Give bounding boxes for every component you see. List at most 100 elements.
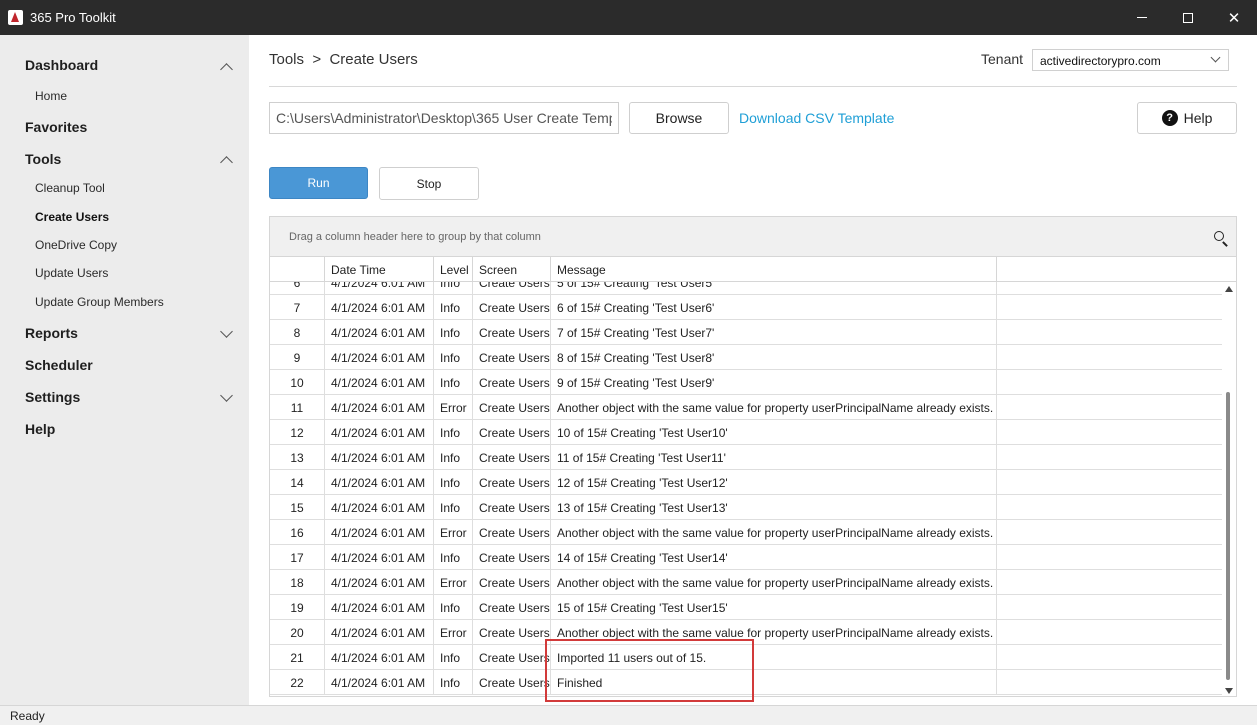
table-row[interactable]: 11 4/1/2024 6:01 AM Error Create Users Anoth…: [270, 395, 1222, 420]
grid-body: 6 4/1/2024 6:01 AM Info Create Users 5 of 15…: [270, 282, 1222, 696]
cell-index: 7: [270, 295, 325, 320]
cell-empty: [997, 620, 1222, 645]
sidebar-item-reports[interactable]: Reports: [25, 325, 78, 341]
scroll-up-icon[interactable]: [1225, 286, 1233, 292]
cell-index: 17: [270, 545, 325, 570]
sidebar-item-cleanup-tool[interactable]: Cleanup Tool: [35, 181, 105, 195]
column-header-date-time[interactable]: Date Time: [325, 257, 434, 282]
sidebar-item-tools[interactable]: Tools: [25, 151, 61, 167]
cell-empty: [997, 495, 1222, 520]
scroll-thumb[interactable]: [1226, 392, 1230, 680]
cell-empty: [997, 470, 1222, 495]
table-row[interactable]: 15 4/1/2024 6:01 AM Info Create Users 13 of …: [270, 495, 1222, 520]
cell-screen: Create Users: [473, 670, 551, 695]
chevron-up-icon[interactable]: [220, 63, 233, 76]
scroll-down-icon[interactable]: [1225, 688, 1233, 694]
sidebar-item-scheduler[interactable]: Scheduler: [25, 357, 93, 373]
cell-message: 15 of 15# Creating 'Test User15': [551, 595, 997, 620]
cell-date-time: 4/1/2024 6:01 AM: [325, 370, 434, 395]
cell-level: Info: [434, 420, 473, 445]
vertical-scrollbar[interactable]: [1222, 282, 1236, 696]
table-row[interactable]: 7 4/1/2024 6:01 AM Info Create Users 6 of 15…: [270, 295, 1222, 320]
table-row[interactable]: 10 4/1/2024 6:01 AM Info Create Users 9 of 1…: [270, 370, 1222, 395]
breadcrumb: Tools > Create Users: [269, 51, 418, 68]
minimize-button[interactable]: [1119, 0, 1165, 35]
table-row[interactable]: 18 4/1/2024 6:01 AM Error Create Users Anoth…: [270, 570, 1222, 595]
maximize-button[interactable]: [1165, 0, 1211, 35]
cell-screen: Create Users: [473, 420, 551, 445]
sidebar-item-home[interactable]: Home: [35, 89, 67, 103]
sidebar-item-update-users[interactable]: Update Users: [35, 266, 108, 280]
cell-empty: [997, 420, 1222, 445]
stop-button[interactable]: Stop: [379, 167, 479, 200]
cell-empty: [997, 570, 1222, 595]
table-row[interactable]: 21 4/1/2024 6:01 AM Info Create Users Import…: [270, 645, 1222, 670]
search-icon[interactable]: [1214, 231, 1224, 241]
maximize-icon: [1183, 12, 1193, 23]
cell-index: 13: [270, 445, 325, 470]
cell-level: Info: [434, 320, 473, 345]
cell-screen: Create Users: [473, 320, 551, 345]
table-row[interactable]: 9 4/1/2024 6:01 AM Info Create Users 8 of 15…: [270, 345, 1222, 370]
group-panel[interactable]: Drag a column header here to group by th…: [270, 217, 1236, 257]
table-row[interactable]: 12 4/1/2024 6:01 AM Info Create Users 10 of …: [270, 420, 1222, 445]
help-button[interactable]: ? Help: [1137, 102, 1237, 134]
cell-date-time: 4/1/2024 6:01 AM: [325, 545, 434, 570]
cell-date-time: 4/1/2024 6:01 AM: [325, 445, 434, 470]
chevron-up-icon[interactable]: [220, 156, 233, 169]
cell-date-time: 4/1/2024 6:01 AM: [325, 282, 434, 295]
cell-level: Info: [434, 595, 473, 620]
cell-message: 7 of 15# Creating 'Test User7': [551, 320, 997, 345]
help-icon: ?: [1161, 110, 1178, 126]
cell-date-time: 4/1/2024 6:01 AM: [325, 470, 434, 495]
table-row[interactable]: 8 4/1/2024 6:01 AM Info Create Users 7 of 15…: [270, 320, 1222, 345]
cell-date-time: 4/1/2024 6:01 AM: [325, 495, 434, 520]
cell-empty: [997, 645, 1222, 670]
download-csv-template-link[interactable]: Download CSV Template: [739, 110, 894, 126]
cell-message: Imported 11 users out of 15.: [551, 645, 997, 670]
cell-message: 9 of 15# Creating 'Test User9': [551, 370, 997, 395]
chevron-down-icon[interactable]: [220, 389, 233, 402]
cell-screen: Create Users: [473, 470, 551, 495]
table-row[interactable]: 13 4/1/2024 6:01 AM Info Create Users 11 of …: [270, 445, 1222, 470]
cell-index: 14: [270, 470, 325, 495]
column-header-message[interactable]: Message: [551, 257, 997, 282]
cell-empty: [997, 282, 1222, 295]
close-button[interactable]: ✕: [1211, 0, 1257, 35]
csv-path-input[interactable]: [269, 102, 619, 134]
sidebar-item-dashboard[interactable]: Dashboard: [25, 57, 98, 73]
status-text: Ready: [10, 709, 45, 723]
sidebar-item-onedrive-copy[interactable]: OneDrive Copy: [35, 238, 117, 252]
column-header-screen[interactable]: Screen: [473, 257, 551, 282]
table-row[interactable]: 17 4/1/2024 6:01 AM Info Create Users 14 of …: [270, 545, 1222, 570]
run-button[interactable]: Run: [269, 167, 368, 199]
tenant-dropdown[interactable]: activedirectorypro.com: [1032, 49, 1229, 71]
cell-index: 12: [270, 420, 325, 445]
cell-date-time: 4/1/2024 6:01 AM: [325, 670, 434, 695]
sidebar-item-favorites[interactable]: Favorites: [25, 119, 87, 135]
browse-button[interactable]: Browse: [629, 102, 729, 134]
cell-level: Info: [434, 545, 473, 570]
sidebar-item-create-users[interactable]: Create Users: [35, 210, 109, 224]
table-row[interactable]: 22 4/1/2024 6:01 AM Info Create Users Finish…: [270, 670, 1222, 695]
cell-level: Info: [434, 645, 473, 670]
table-row[interactable]: 16 4/1/2024 6:01 AM Error Create Users Anoth…: [270, 520, 1222, 545]
column-header-index[interactable]: [270, 257, 325, 282]
cell-screen: Create Users: [473, 295, 551, 320]
cell-level: Info: [434, 670, 473, 695]
cell-level: Info: [434, 445, 473, 470]
cell-screen: Create Users: [473, 545, 551, 570]
table-row[interactable]: 6 4/1/2024 6:01 AM Info Create Users 5 of 15…: [270, 282, 1222, 295]
table-row[interactable]: 14 4/1/2024 6:01 AM Info Create Users 12 of …: [270, 470, 1222, 495]
cell-level: Info: [434, 370, 473, 395]
chevron-down-icon[interactable]: [220, 325, 233, 338]
table-row[interactable]: 20 4/1/2024 6:01 AM Error Create Users Anoth…: [270, 620, 1222, 645]
column-header-level[interactable]: Level: [434, 257, 473, 282]
cell-index: 9: [270, 345, 325, 370]
tenant-value: activedirectorypro.com: [1040, 54, 1161, 68]
sidebar-item-update-group-members[interactable]: Update Group Members: [35, 295, 164, 309]
cell-index: 10: [270, 370, 325, 395]
sidebar-item-help[interactable]: Help: [25, 421, 55, 437]
table-row[interactable]: 19 4/1/2024 6:01 AM Info Create Users 15 of …: [270, 595, 1222, 620]
sidebar-item-settings[interactable]: Settings: [25, 389, 80, 405]
